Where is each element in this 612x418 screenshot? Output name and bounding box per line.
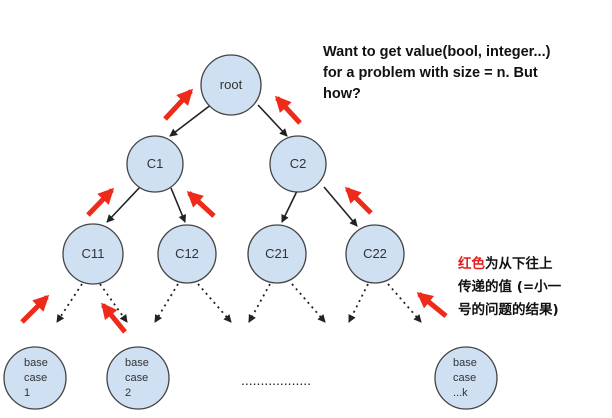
edge-root-c2 xyxy=(257,104,288,137)
dotted-edge xyxy=(197,283,232,323)
base-case-k-line1: base xyxy=(453,357,477,369)
node-c11: C11 xyxy=(62,223,124,285)
note-line-2: 传递的值 (=小一 xyxy=(458,279,562,295)
base-case-k-line2: case xyxy=(453,372,476,384)
node-c2: C2 xyxy=(269,135,327,193)
base-case-k-line3: ...k xyxy=(453,387,468,399)
base-case-2-line2: case xyxy=(125,372,148,384)
edge-c1-c12 xyxy=(170,187,187,223)
red-up-arrow xyxy=(416,292,448,318)
question-text: Want to get value(bool, integer...) for … xyxy=(323,42,608,105)
red-up-arrow xyxy=(86,187,115,217)
node-c2-label: C2 xyxy=(290,156,307,171)
dotted-edge xyxy=(248,283,271,323)
node-c1: C1 xyxy=(126,135,184,193)
node-c21: C21 xyxy=(247,224,307,284)
edge-c2-c21 xyxy=(281,188,299,223)
node-c22-label: C22 xyxy=(363,246,387,261)
base-case-k: base case ...k xyxy=(434,346,498,410)
note-line-3: 号的问题的结果) xyxy=(458,302,559,318)
dotted-edge xyxy=(154,283,179,323)
node-c1-label: C1 xyxy=(147,156,164,171)
ellipsis-dots: .................. xyxy=(241,372,311,388)
node-c12: C12 xyxy=(157,224,217,284)
base-case-2-line3: 2 xyxy=(125,387,131,399)
base-case-2-line1: base xyxy=(125,357,149,369)
node-c12-label: C12 xyxy=(175,246,199,261)
red-up-arrow xyxy=(101,302,127,334)
question-line-3: how? xyxy=(323,86,361,102)
recursion-tree-diagram: root C1 C2 C11 C12 C21 C22 base case 1 b… xyxy=(0,0,612,418)
red-arrow-note: 红色为从下往上 传递的值 (=小一 号的问题的结果) xyxy=(458,253,608,322)
question-line-2: for a problem with size = n. But xyxy=(323,65,538,81)
base-case-1-line1: base xyxy=(24,357,48,369)
base-case-1-line3: 1 xyxy=(24,387,30,399)
red-up-arrow xyxy=(186,190,216,218)
note-line-1: 红色为从下往上 xyxy=(458,253,608,276)
base-case-1: base case 1 xyxy=(3,346,67,410)
node-root: root xyxy=(200,54,262,116)
base-case-1-line2: case xyxy=(24,372,47,384)
red-up-arrow xyxy=(274,95,302,125)
node-root-label: root xyxy=(220,77,243,92)
red-up-arrow xyxy=(20,294,50,324)
dotted-edge xyxy=(291,283,326,323)
base-case-2: base case 2 xyxy=(106,346,170,410)
node-c11-label: C11 xyxy=(82,246,105,261)
note-red-word: 红色 xyxy=(458,256,485,272)
node-c21-label: C21 xyxy=(265,246,289,261)
question-line-1: Want to get value(bool, integer...) xyxy=(323,44,551,60)
red-up-arrow xyxy=(163,88,194,121)
note-line-1-rest: 为从下往上 xyxy=(485,256,553,272)
node-c22: C22 xyxy=(345,224,405,284)
red-up-arrow xyxy=(344,186,373,215)
dotted-edge xyxy=(348,283,369,323)
dotted-edge xyxy=(387,283,422,323)
dotted-edge xyxy=(56,283,83,323)
